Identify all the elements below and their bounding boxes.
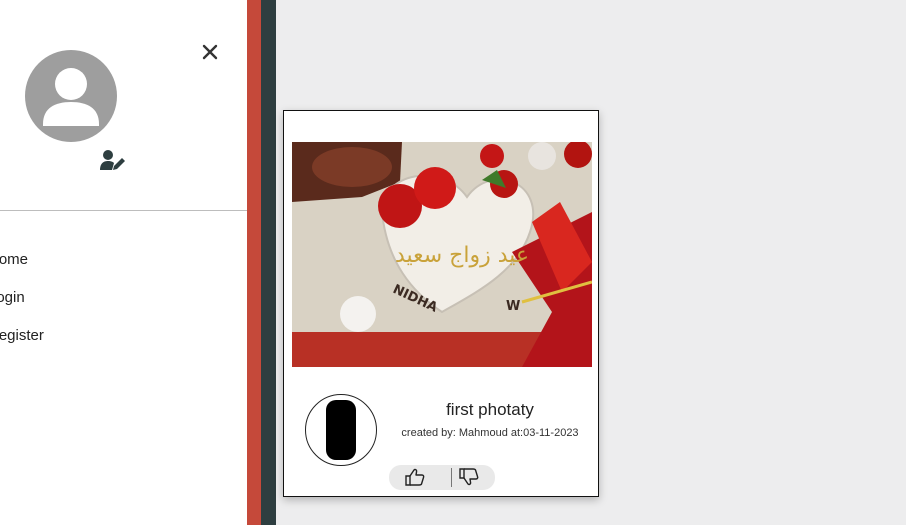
photo-name-right: W: [506, 299, 520, 314]
close-icon[interactable]: [198, 40, 222, 64]
vote-separator: [451, 468, 452, 487]
sidebar-item-home[interactable]: Home: [0, 246, 28, 274]
vote-bar: [389, 465, 495, 490]
photo-arabic-text: عيد زواج سعيد: [395, 243, 529, 268]
thumbs-up-icon[interactable]: [405, 468, 427, 488]
sidebar-divider: [0, 210, 247, 211]
thumbs-down-icon[interactable]: [459, 468, 481, 488]
card-meta: created by: Mahmoud at:03-11-2023: [401, 427, 579, 439]
sidebar-item-register[interactable]: Register: [0, 322, 44, 350]
profile-avatar-icon: [25, 50, 117, 142]
user-edit-icon[interactable]: [99, 149, 127, 173]
accent-stripe-dark: [261, 0, 276, 525]
accent-stripe-red: [247, 0, 261, 525]
sidebar: Home Login Register: [0, 0, 247, 525]
card-title: first photaty: [446, 400, 534, 419]
card-photo[interactable]: عيد زواج سعيد NIDHA W: [292, 142, 592, 367]
photo-card: عيد زواج سعيد NIDHA W first photaty crea…: [283, 110, 599, 497]
author-avatar: [305, 394, 377, 466]
sidebar-item-login[interactable]: Login: [0, 284, 25, 312]
